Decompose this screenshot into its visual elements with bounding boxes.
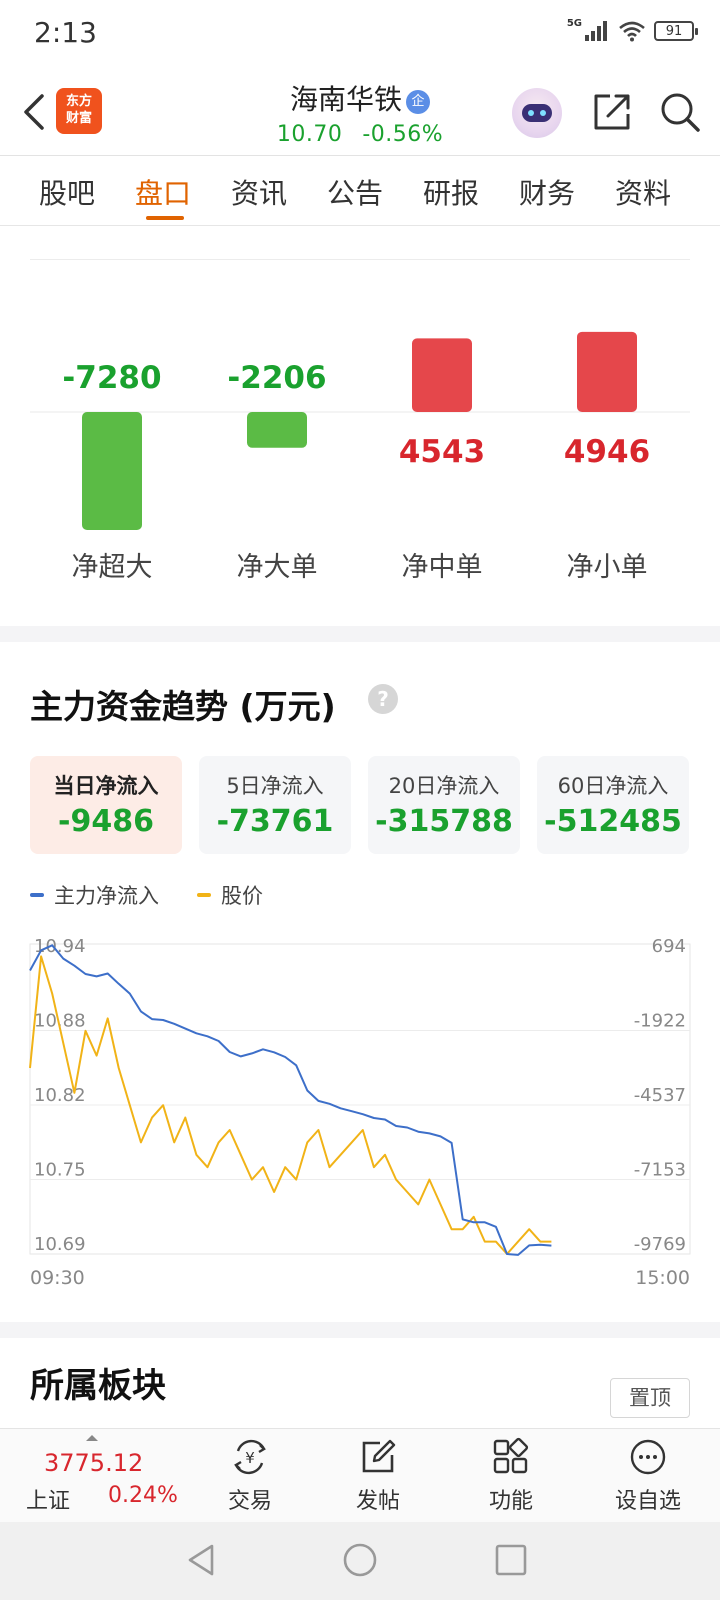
functions-button[interactable]: 功能 (466, 1437, 556, 1515)
net-flow-bar (577, 331, 637, 412)
trade-button[interactable]: ¥ 交易 (205, 1437, 295, 1515)
sector-section: 所属板块 置顶 (0, 1338, 720, 1428)
tab-guba[interactable]: 股吧 (22, 172, 112, 212)
signal-icon (585, 21, 607, 41)
x-axis-start: 09:30 (30, 1267, 85, 1289)
battery-indicator: 91 (654, 21, 698, 41)
stock-name: 海南华铁 (289, 83, 402, 116)
stock-price: 10.70 (276, 122, 343, 147)
left-axis-tick: 10.82 (34, 1085, 86, 1106)
network-type-label: 5G (566, 17, 582, 29)
index-name[interactable]: 上证 (26, 1483, 70, 1515)
add-watchlist-button[interactable]: 设自选 (603, 1437, 693, 1515)
stock-header: 东方 财富 海南华铁企 10.70 -0.56% (0, 70, 720, 156)
left-axis-tick: 10.75 (34, 1160, 86, 1181)
right-axis-tick: -4537 (634, 1085, 686, 1106)
net-flow-bar (412, 338, 472, 412)
stock-change: -0.56% (362, 122, 444, 147)
corp-badge-icon: 企 (406, 90, 430, 114)
net-flow-bar-chart: -7280 净超大 -2206 净大单 4543 净中单 4946 净小单 (0, 226, 720, 626)
status-time: 2:13 (34, 16, 97, 49)
x-axis-end: 15:00 (635, 1267, 690, 1289)
stock-tabs: 股吧 盘口 资讯 公告 研报 财务 资料 (0, 156, 720, 226)
battery-level: 91 (665, 23, 683, 39)
net-flow-bar (247, 412, 307, 448)
system-navigation-bar (0, 1522, 720, 1600)
index-value[interactable]: 3775.12 (44, 1449, 143, 1477)
system-recents-icon[interactable] (493, 1542, 529, 1578)
tab-profile[interactable]: 资料 (598, 172, 688, 212)
grid-icon (493, 1437, 529, 1474)
bar-value-label: -2206 (227, 360, 326, 396)
right-axis-tick: -7153 (634, 1160, 686, 1181)
more-circle-icon (630, 1439, 666, 1475)
status-bar: 2:13 5G 91 (0, 0, 720, 70)
bottom-toolbar: 3775.12 上证 0.24% ¥ 交易 发帖 功能 设自选 (0, 1428, 720, 1522)
post-button[interactable]: 发帖 (333, 1437, 423, 1515)
robot-eye-left (528, 110, 534, 116)
yen-exchange-icon: ¥ (234, 1439, 266, 1475)
chart-frame (29, 943, 691, 1255)
bar-category-label: 净中单 (402, 552, 483, 583)
net-flow-bars-svg: -7280 净超大 -2206 净大单 4543 净中单 4946 净小单 (30, 331, 690, 583)
right-axis-tick: -9769 (634, 1234, 686, 1255)
share-icon[interactable] (590, 90, 634, 134)
robot-face (522, 104, 552, 122)
section-gap (0, 626, 720, 642)
tab-announcements[interactable]: 公告 (310, 172, 400, 212)
functions-label: 功能 (488, 1489, 533, 1514)
expand-arrow-icon[interactable] (86, 1435, 98, 1441)
active-tab-indicator (146, 216, 184, 220)
tab-pankou[interactable]: 盘口 (118, 172, 208, 212)
search-icon[interactable] (658, 90, 702, 134)
left-axis-tick: 10.69 (34, 1234, 86, 1255)
net-flow-bar (82, 412, 142, 530)
bar-category-label: 净小单 (567, 552, 648, 583)
tab-news[interactable]: 资讯 (214, 172, 304, 212)
bar-category-label: 净大单 (237, 552, 318, 583)
bar-value-label: 4543 (399, 434, 485, 470)
main-flow-line (29, 944, 552, 1256)
post-label: 发帖 (355, 1489, 400, 1514)
status-icons: 5G 91 (566, 17, 698, 42)
pin-to-top-button[interactable]: 置顶 (610, 1378, 690, 1418)
tab-research[interactable]: 研报 (406, 172, 496, 212)
add-watchlist-label: 设自选 (614, 1489, 681, 1514)
svg-text:¥: ¥ (245, 1449, 255, 1467)
robot-eye-right (540, 110, 546, 116)
bar-category-label: 净超大 (72, 552, 153, 583)
right-axis-tick: -1922 (634, 1011, 686, 1032)
wifi-icon (619, 21, 645, 42)
sector-title: 所属板块 (30, 1366, 166, 1406)
right-axis-tick: 694 (652, 936, 686, 957)
trade-label: 交易 (227, 1489, 272, 1514)
ai-assistant-icon[interactable] (512, 88, 562, 138)
system-home-icon[interactable] (342, 1542, 378, 1578)
edit-icon (362, 1439, 396, 1473)
section-gap (0, 1322, 720, 1338)
bar-value-label: 4946 (564, 434, 650, 470)
tab-finance[interactable]: 财务 (502, 172, 592, 212)
index-change[interactable]: 0.24% (108, 1483, 178, 1508)
bar-value-label: -7280 (62, 360, 161, 396)
main-fund-trend: 主力资金趋势 (万元) ? 当日净流入 -9486 5日净流入 -73761 2… (0, 642, 720, 1322)
trend-line-chart[interactable]: 10.94 69410.88 -192210.82 -453710.75 -715310… (0, 642, 720, 1322)
system-back-icon[interactable] (184, 1542, 220, 1578)
